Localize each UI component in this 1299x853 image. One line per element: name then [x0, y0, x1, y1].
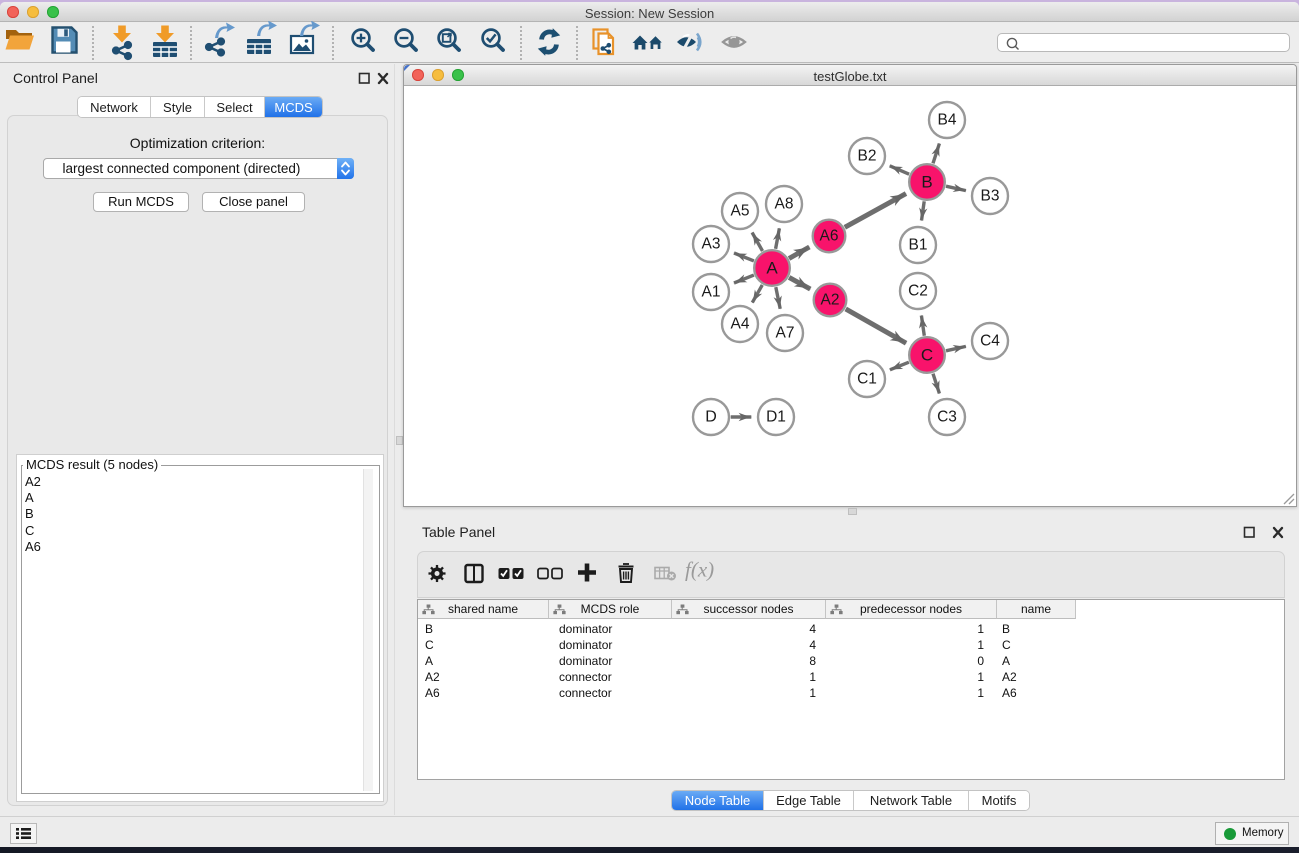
svg-text:C2: C2: [908, 283, 928, 300]
svg-text:A: A: [766, 259, 778, 278]
svg-text:B: B: [921, 173, 932, 192]
svg-text:A8: A8: [775, 196, 794, 213]
svg-text:B1: B1: [909, 237, 928, 254]
svg-text:A3: A3: [702, 236, 721, 253]
svg-text:C4: C4: [980, 333, 1000, 350]
svg-text:B3: B3: [981, 188, 1000, 205]
svg-text:A1: A1: [702, 284, 721, 301]
svg-text:D1: D1: [766, 409, 786, 426]
svg-text:D: D: [705, 409, 717, 426]
svg-text:A5: A5: [731, 203, 750, 220]
svg-text:A2: A2: [821, 292, 840, 309]
svg-text:B2: B2: [858, 148, 877, 165]
svg-text:A7: A7: [776, 325, 795, 342]
svg-text:C1: C1: [857, 371, 877, 388]
svg-text:B4: B4: [938, 112, 957, 129]
svg-text:A6: A6: [820, 228, 839, 245]
svg-text:A4: A4: [731, 316, 750, 333]
svg-text:C: C: [921, 346, 933, 365]
svg-text:C3: C3: [937, 409, 957, 426]
